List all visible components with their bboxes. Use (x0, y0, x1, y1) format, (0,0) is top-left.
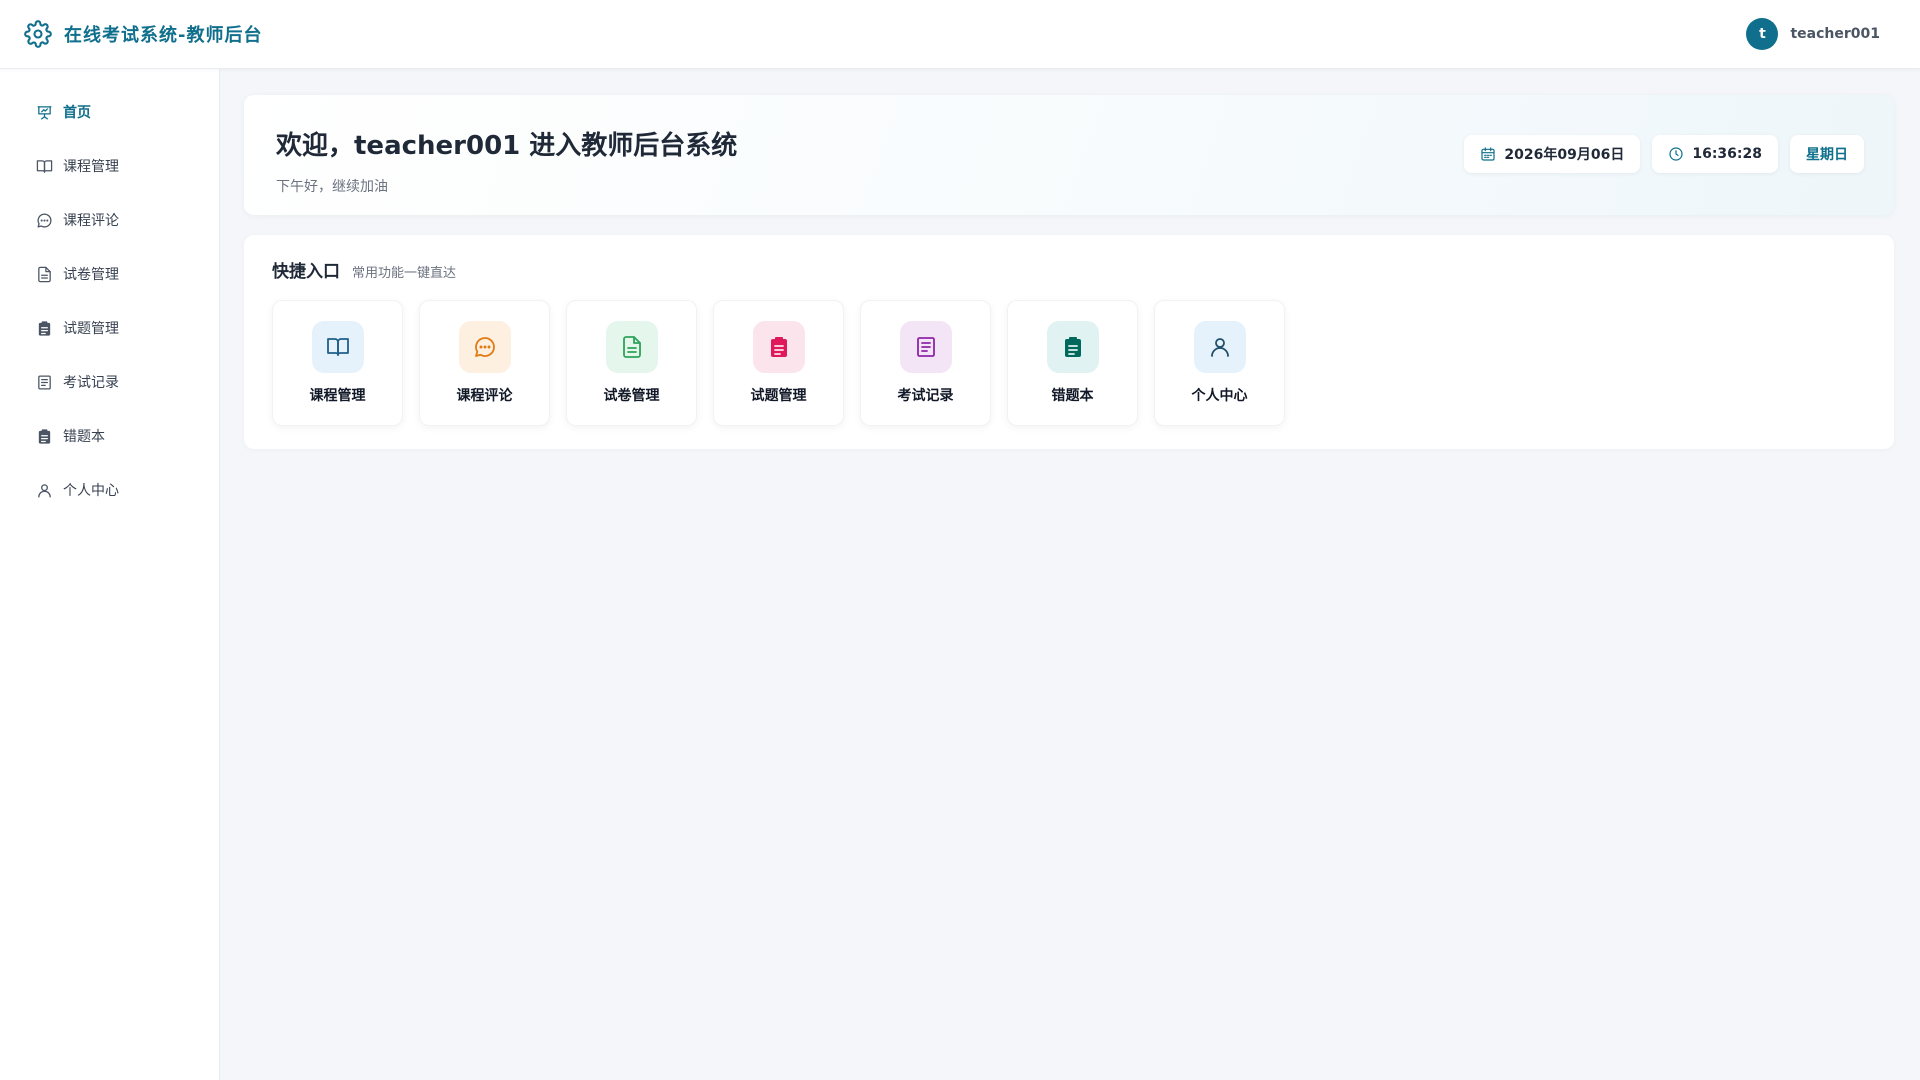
username[interactable]: teacher001 (1790, 26, 1880, 42)
document-icon (36, 266, 53, 283)
user-icon (36, 482, 53, 499)
clipboard-icon (36, 428, 53, 445)
sidebar-item-exam-records[interactable]: 考试记录 (0, 355, 219, 409)
calendar-icon (1481, 147, 1496, 161)
time-text: 16:36:28 (1692, 146, 1762, 162)
comment-icon (458, 321, 511, 373)
gear-icon (24, 20, 52, 48)
welcome-subtitle: 下午好，继续加油 (276, 179, 388, 195)
quick-card-label: 个人中心 (1191, 388, 1248, 404)
record-icon (899, 321, 952, 373)
user-icon (1193, 321, 1246, 373)
date-chip: 2026年09月06日 (1464, 135, 1641, 173)
document-icon (605, 321, 658, 373)
quick-access-header: 快捷入口 常用功能一键直达 (272, 257, 1866, 282)
sidebar-item-paper-management[interactable]: 试卷管理 (0, 247, 219, 301)
weekday-text: 星期日 (1806, 147, 1848, 163)
sidebar-item-profile[interactable]: 个人中心 (0, 463, 219, 517)
sidebar: 首页 课程管理 课程评论 试卷管理 试题管理 考试记录 错题本 个人中心 (0, 69, 220, 1080)
brand: 在线考试系统-教师后台 (24, 20, 262, 48)
top-bar: 在线考试系统-教师后台 t teacher001 (0, 0, 1920, 69)
sidebar-item-label: 错题本 (63, 429, 105, 445)
quick-access-title: 快捷入口 (272, 262, 340, 282)
quick-card-profile[interactable]: 个人中心 (1154, 300, 1285, 426)
quick-card-course-management[interactable]: 课程管理 (272, 300, 403, 426)
sidebar-item-label: 考试记录 (63, 375, 119, 391)
sidebar-item-wrong-questions[interactable]: 错题本 (0, 409, 219, 463)
quick-card-label: 课程评论 (456, 388, 513, 404)
sidebar-item-label: 课程管理 (63, 159, 119, 175)
quick-card-label: 试题管理 (750, 388, 807, 404)
time-chip: 16:36:28 (1652, 135, 1778, 173)
quick-access-panel: 快捷入口 常用功能一键直达 课程管理 课程评论 试卷管理 试题管理 考试记录 错… (244, 235, 1894, 449)
welcome-banner: 欢迎，teacher001 进入教师后台系统 下午好，继续加油 2026年09月… (244, 95, 1894, 215)
quick-card-course-comments[interactable]: 课程评论 (419, 300, 550, 426)
sidebar-item-home[interactable]: 首页 (0, 85, 219, 139)
book-icon (311, 321, 364, 373)
quick-card-label: 课程管理 (309, 388, 366, 404)
quick-card-wrong-questions[interactable]: 错题本 (1007, 300, 1138, 426)
date-text: 2026年09月06日 (1504, 147, 1625, 163)
sidebar-item-label: 试卷管理 (63, 267, 119, 283)
quick-card-question-management[interactable]: 试题管理 (713, 300, 844, 426)
user-menu[interactable]: t teacher001 (1746, 18, 1880, 50)
sidebar-item-question-management[interactable]: 试题管理 (0, 301, 219, 355)
avatar[interactable]: t (1746, 18, 1779, 50)
main-content: 欢迎，teacher001 进入教师后台系统 下午好，继续加油 2026年09月… (220, 69, 1920, 1080)
quick-card-label: 试卷管理 (603, 388, 660, 404)
comment-icon (36, 212, 53, 229)
quick-access-cards: 课程管理 课程评论 试卷管理 试题管理 考试记录 错题本 个人中心 (272, 300, 1866, 426)
book-icon (36, 158, 53, 175)
sidebar-item-label: 试题管理 (63, 321, 119, 337)
sidebar-item-course-comments[interactable]: 课程评论 (0, 193, 219, 247)
clipboard-icon (1046, 321, 1099, 373)
clipboard-icon (36, 320, 53, 337)
record-icon (36, 374, 53, 391)
datetime-chips: 2026年09月06日 16:36:28 星期日 (1464, 135, 1864, 173)
quick-card-paper-management[interactable]: 试卷管理 (566, 300, 697, 426)
sidebar-item-label: 个人中心 (63, 483, 119, 499)
clipboard-icon (752, 321, 805, 373)
weekday-chip: 星期日 (1790, 135, 1864, 173)
sidebar-item-course-management[interactable]: 课程管理 (0, 139, 219, 193)
clock-icon (1669, 147, 1683, 161)
quick-access-subtitle: 常用功能一键直达 (352, 266, 457, 281)
presentation-icon (36, 104, 53, 121)
quick-card-label: 错题本 (1051, 388, 1094, 404)
quick-card-label: 考试记录 (897, 388, 954, 404)
sidebar-item-label: 课程评论 (63, 213, 119, 229)
sidebar-item-label: 首页 (63, 105, 91, 121)
quick-card-exam-records[interactable]: 考试记录 (860, 300, 991, 426)
app-title: 在线考试系统-教师后台 (64, 25, 263, 46)
